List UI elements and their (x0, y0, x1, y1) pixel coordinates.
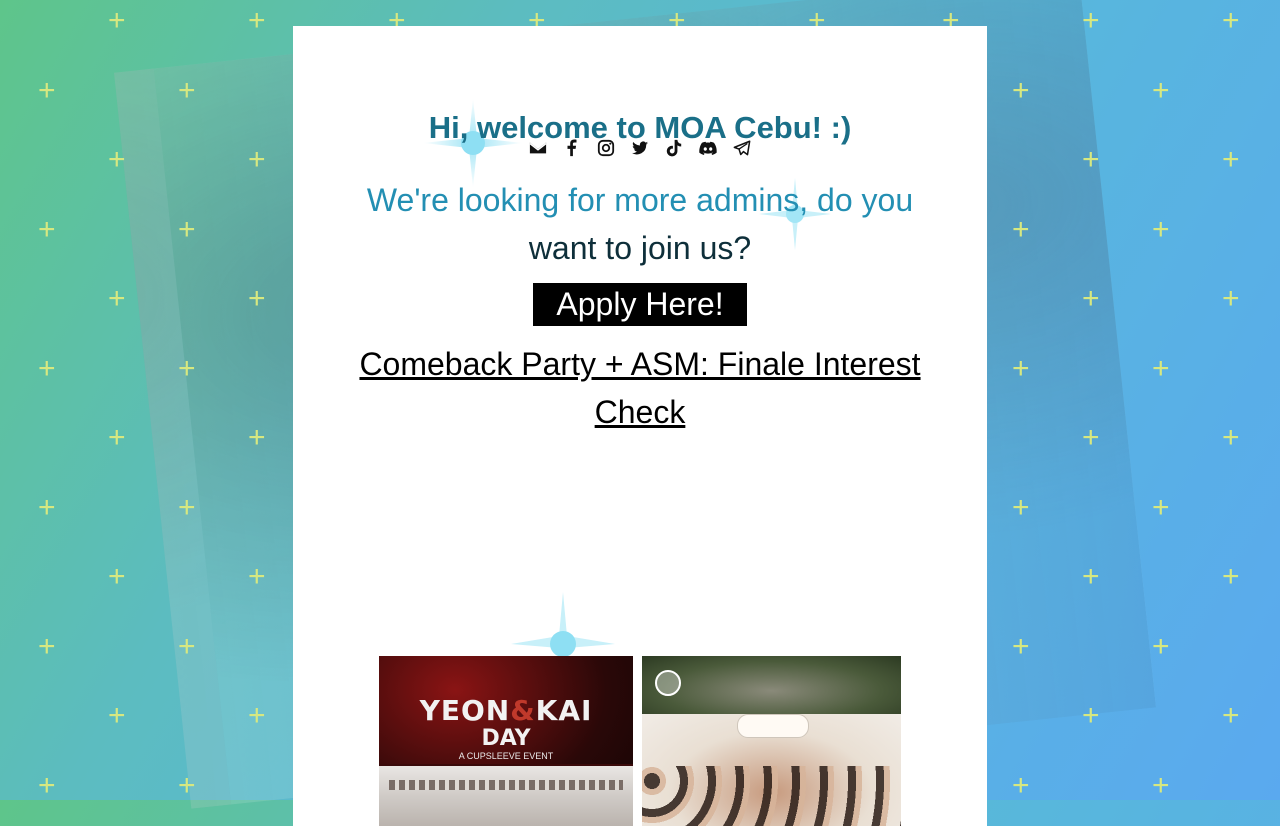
venue-sign (737, 714, 809, 738)
plus-decoration: + (38, 768, 56, 802)
thumbnail-photo (379, 764, 633, 826)
email-icon[interactable] (528, 138, 548, 158)
tiktok-icon[interactable] (664, 138, 684, 158)
plus-decoration: + (248, 4, 266, 37)
plus-decoration: + (1152, 212, 1170, 246)
thumbnail-title: YEON&KAI (419, 694, 593, 727)
plus-decoration: + (1222, 560, 1240, 593)
telegram-icon[interactable] (732, 138, 752, 158)
event-thumbnail-group-photo[interactable] (642, 656, 901, 826)
plus-decoration: + (108, 421, 126, 454)
event-thumbnail-yeonkai[interactable]: YEON&KAI DAY A CUPSLEEVE EVENT (379, 656, 633, 826)
carousel-indicator-icon[interactable] (655, 670, 681, 696)
facebook-icon[interactable] (562, 138, 582, 158)
thumbnail-title-line2: DAY (481, 726, 531, 751)
event-interest-check-link[interactable]: Comeback Party + ASM: Finale Interest Ch… (333, 340, 947, 436)
plus-decoration: + (38, 629, 56, 663)
twitter-icon[interactable] (630, 138, 650, 158)
recruitment-text: We're looking for more admins, do you wa… (353, 176, 927, 272)
instagram-icon[interactable] (596, 138, 616, 158)
plus-decoration: + (108, 282, 126, 315)
plus-decoration: + (1222, 421, 1240, 454)
recruitment-line-2: want to join us? (528, 230, 752, 266)
social-links (293, 138, 987, 158)
plus-decoration: + (108, 4, 126, 37)
plus-decoration: + (38, 351, 56, 385)
discord-icon[interactable] (698, 138, 718, 158)
recruitment-line-1: We're looking for more admins, do you (366, 182, 914, 218)
plus-decoration: + (1152, 351, 1170, 385)
plus-decoration: + (108, 560, 126, 593)
plus-decoration: + (38, 490, 56, 524)
plus-decoration: + (1152, 490, 1170, 524)
plus-decoration: + (108, 699, 126, 732)
plus-decoration: + (1222, 699, 1240, 732)
plus-decoration: + (1222, 143, 1240, 176)
thumbnail-subtitle: A CUPSLEEVE EVENT (458, 751, 554, 761)
group-photo-people (642, 766, 901, 826)
main-card: Hi, welcome to MOA Cebu! :) We're lookin… (293, 26, 987, 826)
plus-decoration: + (1152, 73, 1170, 107)
plus-decoration: + (1222, 282, 1240, 315)
plus-decoration: + (1222, 4, 1240, 37)
plus-decoration: + (38, 73, 56, 107)
plus-decoration: + (1152, 629, 1170, 663)
plus-decoration: + (1012, 768, 1030, 802)
plus-decoration: + (1152, 768, 1170, 802)
apply-button[interactable]: Apply Here! (533, 283, 747, 326)
plus-decoration: + (38, 212, 56, 246)
